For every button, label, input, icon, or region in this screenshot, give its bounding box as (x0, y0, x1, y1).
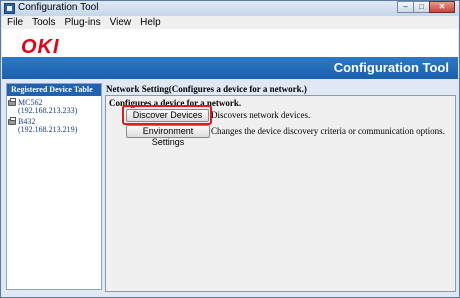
network-setting-panel: Configures a device for a network. Disco… (105, 95, 456, 292)
menu-help[interactable]: Help (135, 16, 165, 29)
menu-file[interactable]: File (2, 16, 27, 29)
oki-logo: OKI (21, 36, 60, 58)
app-icon (4, 3, 15, 14)
section-title: Network Setting(Configures a device for … (106, 84, 307, 94)
window-controls: – □ ✕ (397, 1, 455, 14)
window-title: Configuration Tool (18, 2, 99, 13)
menu-bar: File Tools Plug-ins View Help (2, 16, 458, 29)
device-item-mc562[interactable]: MC562 (192.168.213.233) (7, 98, 101, 115)
maximize-button[interactable]: □ (413, 1, 430, 13)
main-pane: Network Setting(Configures a device for … (105, 83, 456, 292)
logo-area: OKI (2, 29, 458, 58)
menu-plugins[interactable]: Plug-ins (59, 16, 104, 29)
printer-icon (8, 98, 16, 106)
client-area: OKI Configuration Tool Registered Device… (2, 29, 458, 297)
environment-settings-button[interactable]: Environment Settings (126, 125, 210, 147)
menu-tools[interactable]: Tools (27, 16, 59, 29)
registered-device-table: Registered Device Table MC562 (192.168.2… (6, 83, 102, 290)
title-bar[interactable]: Configuration Tool – □ ✕ (1, 1, 459, 16)
close-button[interactable]: ✕ (429, 1, 455, 13)
device-ip: (192.168.213.233) (18, 106, 78, 115)
device-item-b432[interactable]: B432 (192.168.213.219) (7, 117, 101, 134)
header-banner: Configuration Tool (2, 57, 458, 79)
discover-devices-button[interactable]: Discover Devices (126, 109, 209, 122)
environment-settings-description: Changes the device discovery criteria or… (211, 126, 445, 136)
device-ip: (192.168.213.219) (18, 125, 78, 134)
minimize-button[interactable]: – (397, 1, 414, 13)
content-area: Registered Device Table MC562 (192.168.2… (2, 79, 458, 297)
menu-view[interactable]: View (105, 16, 136, 29)
sidebar-heading: Registered Device Table (7, 84, 101, 96)
app-window: Configuration Tool – □ ✕ File Tools Plug… (0, 0, 460, 298)
printer-icon (8, 117, 16, 125)
banner-title: Configuration Tool (333, 60, 449, 75)
discover-devices-description: Discovers network devices. (211, 110, 311, 120)
